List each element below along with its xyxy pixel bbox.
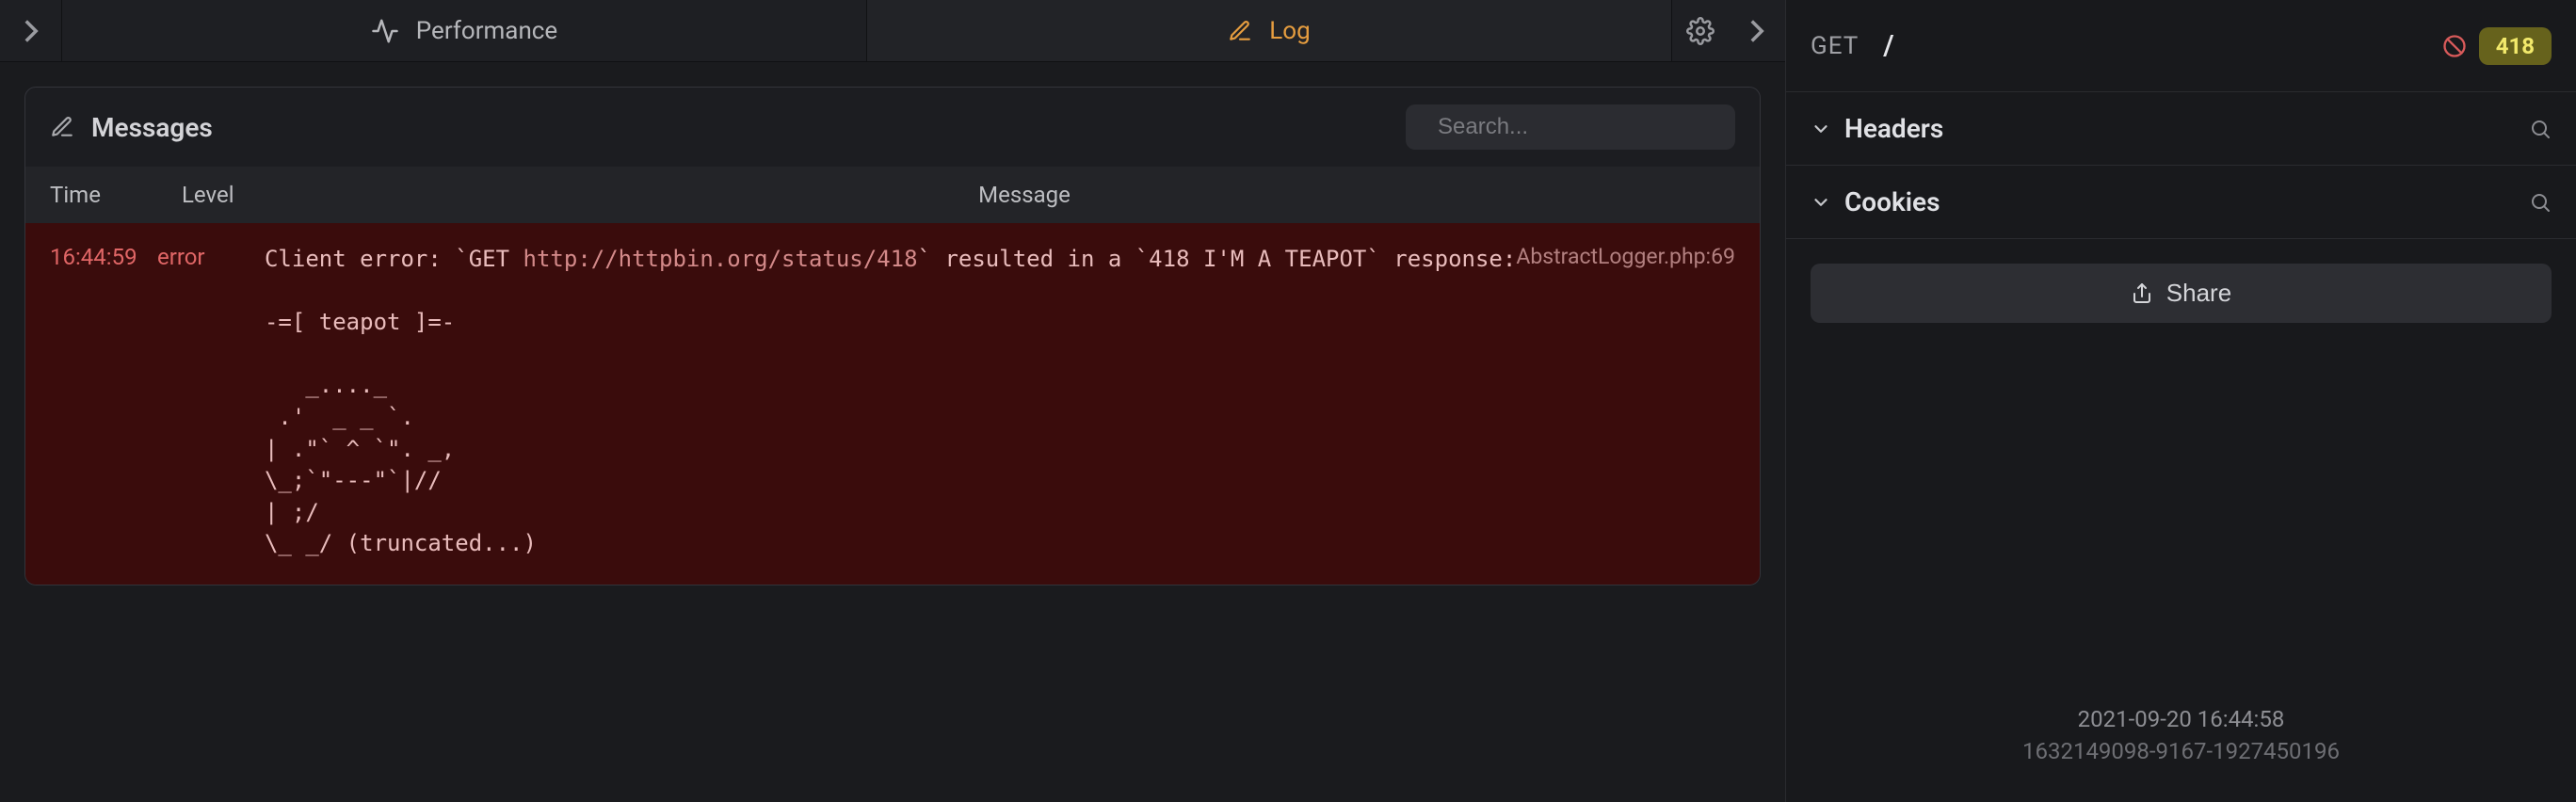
block-icon — [2441, 33, 2468, 59]
request-method: GET — [1811, 32, 1859, 60]
section-label: Headers — [1844, 113, 1943, 144]
share-icon — [2131, 282, 2153, 305]
pencil-icon — [50, 115, 74, 139]
col-time-header: Time — [50, 182, 182, 208]
log-time: 16:44:59 — [50, 244, 157, 560]
collapse-left-button[interactable] — [0, 0, 62, 61]
log-message: Client error: `GET http://httpbin.org/st… — [265, 244, 1516, 560]
tabbar: Performance Log — [0, 0, 1785, 62]
request-timestamp: 2021-09-20 16:44:58 — [1786, 706, 2576, 732]
share-button[interactable]: Share — [1811, 264, 2552, 323]
log-source: AbstractLogger.php:69 — [1516, 244, 1735, 560]
tab-label: Performance — [416, 17, 557, 45]
search-icon[interactable] — [2529, 118, 2552, 140]
activity-icon — [371, 17, 399, 45]
messages-panel: Messages Time Level Message 16:44:59 err… — [24, 87, 1761, 585]
tab-label: Log — [1269, 17, 1310, 45]
chevron-down-icon — [1811, 119, 1831, 139]
tab-performance[interactable]: Performance — [62, 0, 867, 61]
details-footer: 2021-09-20 16:44:58 1632149098-9167-1927… — [1786, 678, 2576, 802]
share-label: Share — [2166, 279, 2231, 308]
log-level: error — [157, 244, 265, 560]
chevron-down-icon — [1811, 192, 1831, 213]
details-panel: GET / 418 Headers Cookies — [1785, 0, 2576, 802]
panel-title: Messages — [91, 112, 213, 143]
section-headers[interactable]: Headers — [1786, 92, 2576, 166]
section-label: Cookies — [1844, 186, 1940, 217]
col-level-header: Level — [182, 182, 314, 208]
settings-button[interactable] — [1672, 0, 1729, 62]
table-header: Time Level Message — [25, 167, 1760, 223]
col-message-header: Message — [314, 182, 1735, 208]
log-row[interactable]: 16:44:59 error Client error: `GET http:/… — [25, 223, 1760, 585]
pencil-icon — [1228, 19, 1252, 43]
tab-log[interactable]: Log — [867, 0, 1672, 61]
request-path: / — [1883, 29, 1893, 62]
search-icon[interactable] — [2529, 191, 2552, 214]
collapse-right-button[interactable] — [1729, 0, 1785, 62]
messages-search[interactable] — [1406, 104, 1735, 150]
search-input[interactable] — [1438, 114, 1730, 140]
status-badge: 418 — [2479, 27, 2552, 65]
section-cookies[interactable]: Cookies — [1786, 166, 2576, 239]
request-id: 1632149098-9167-1927450196 — [1786, 738, 2576, 764]
